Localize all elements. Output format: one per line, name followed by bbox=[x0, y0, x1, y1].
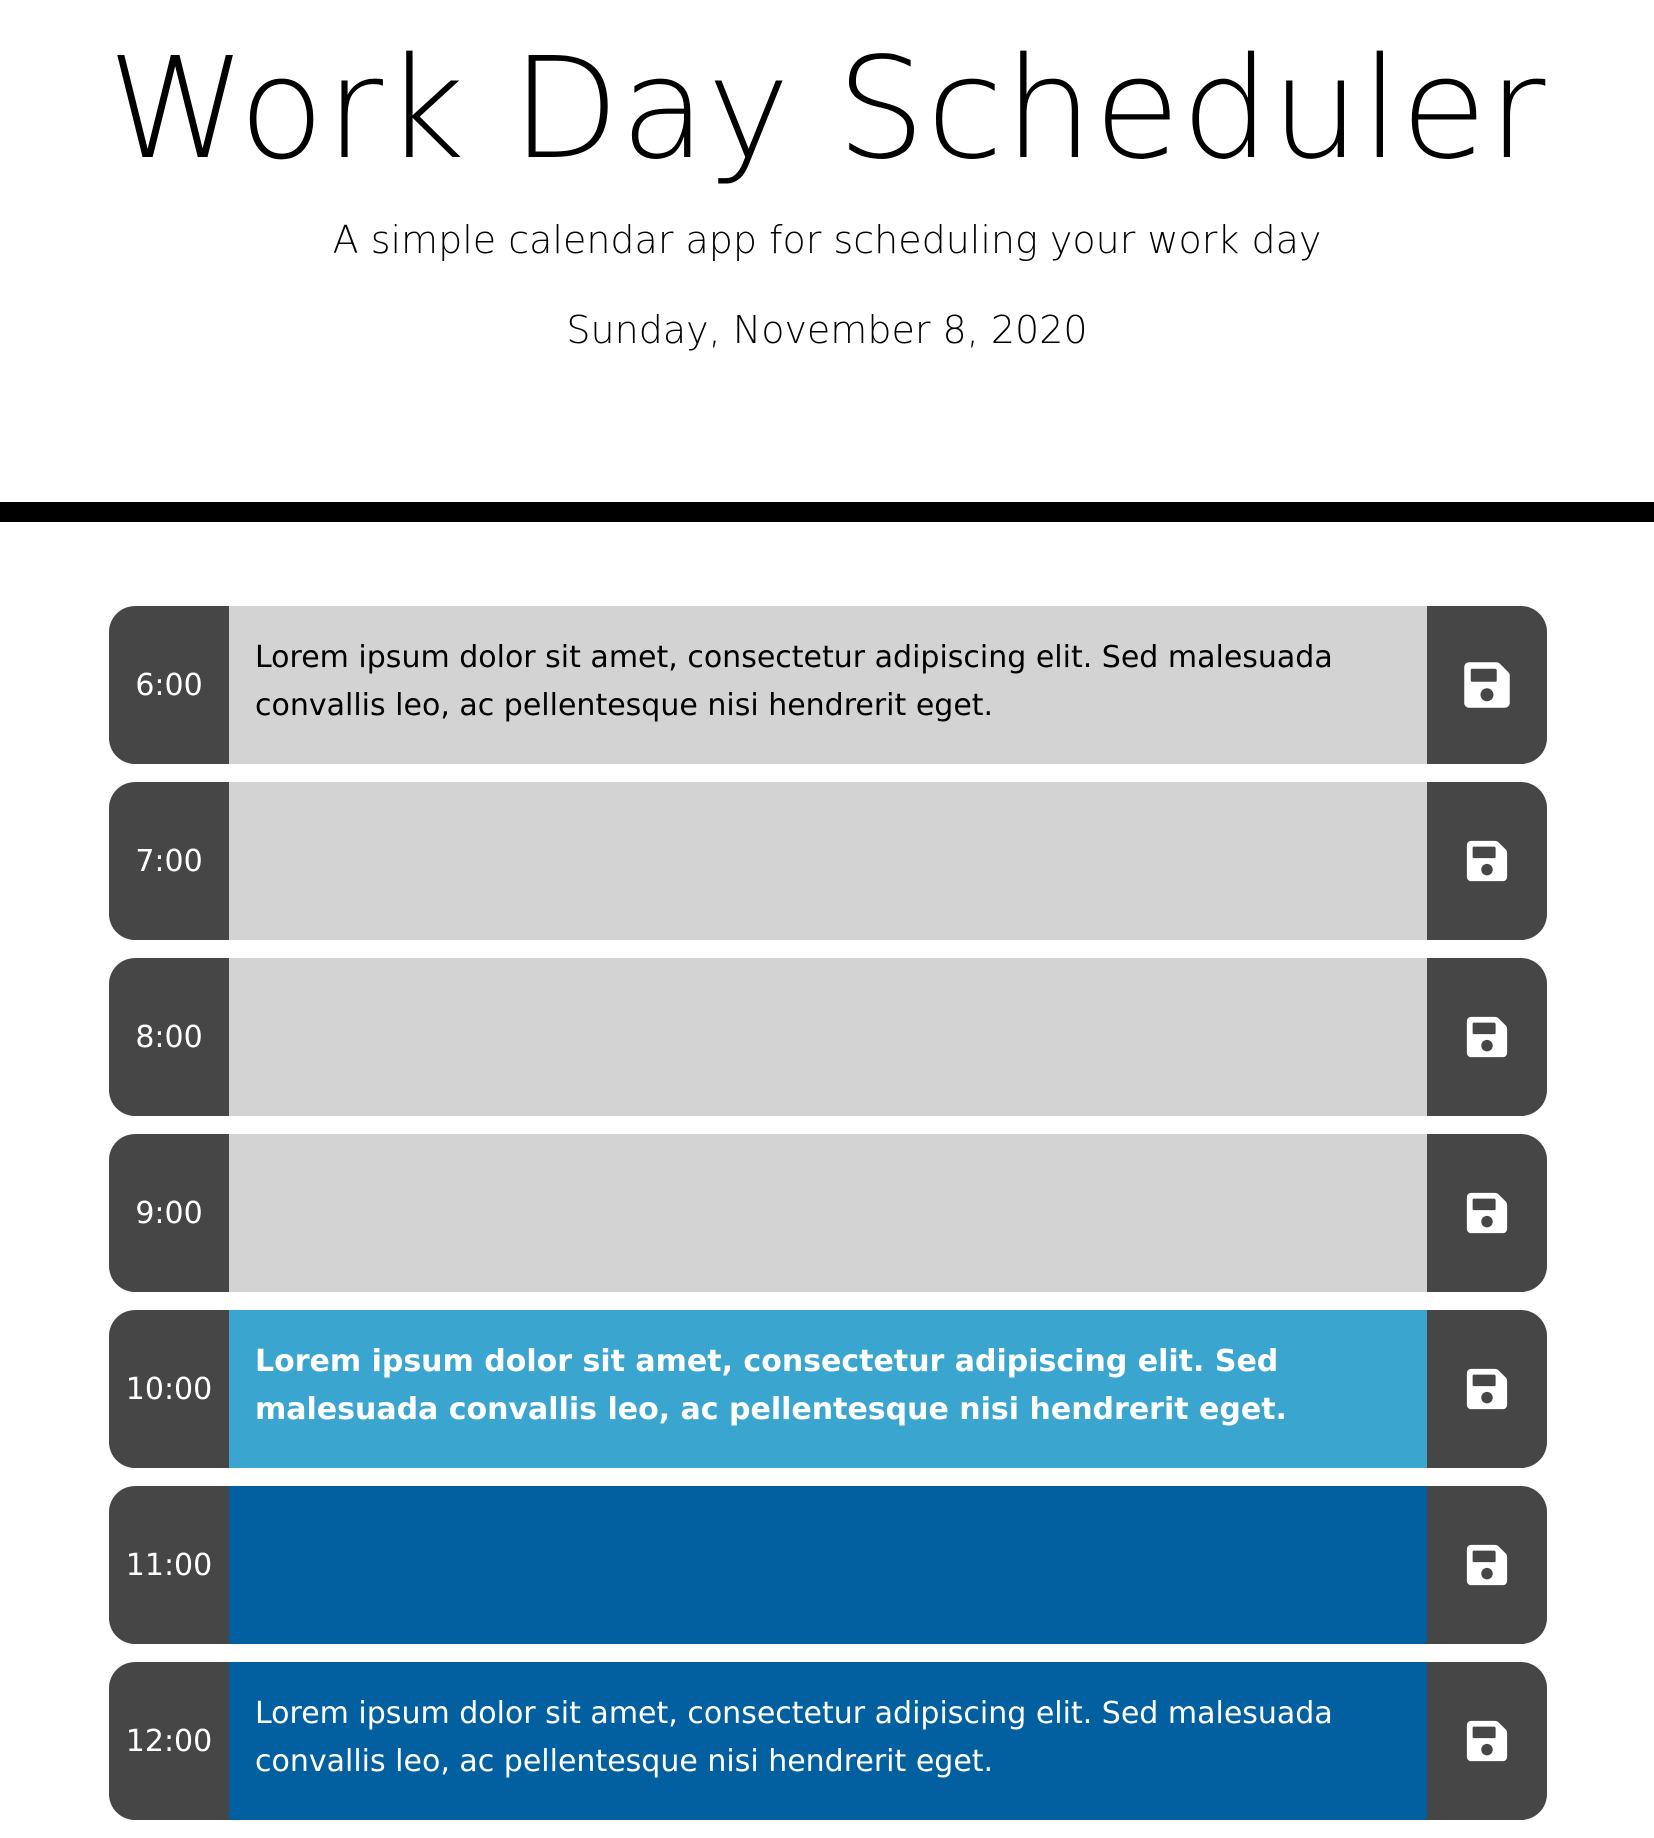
save-button[interactable] bbox=[1427, 958, 1547, 1116]
hour-label: 9:00 bbox=[109, 1134, 229, 1292]
description-textarea[interactable] bbox=[229, 1486, 1427, 1644]
page-subtitle: A simple calendar app for scheduling you… bbox=[332, 218, 1322, 262]
time-block-10: 10:00 Lorem ipsum dolor sit amet, consec… bbox=[109, 1310, 1547, 1468]
floppy-disk-icon bbox=[1466, 1544, 1508, 1586]
save-button[interactable] bbox=[1427, 782, 1547, 940]
page-title: Work Day Scheduler bbox=[107, 28, 1547, 191]
jumbotron-header: Work Day Scheduler A simple calendar app… bbox=[0, 0, 1654, 522]
time-block-6: 6:00 Lorem ipsum dolor sit amet, consect… bbox=[109, 606, 1547, 764]
hour-label: 7:00 bbox=[109, 782, 229, 940]
save-button[interactable] bbox=[1427, 1134, 1547, 1292]
floppy-disk-icon bbox=[1466, 840, 1508, 882]
save-button[interactable] bbox=[1427, 1310, 1547, 1468]
description-textarea[interactable] bbox=[229, 782, 1427, 940]
description-textarea[interactable]: Lorem ipsum dolor sit amet, consectetur … bbox=[229, 1310, 1427, 1468]
time-block-7: 7:00 bbox=[109, 782, 1547, 940]
time-block-9: 9:00 bbox=[109, 1134, 1547, 1292]
time-blocks-container: 6:00 Lorem ipsum dolor sit amet, consect… bbox=[109, 606, 1547, 1838]
save-button[interactable] bbox=[1427, 606, 1547, 764]
hour-label: 11:00 bbox=[109, 1486, 229, 1644]
floppy-disk-icon bbox=[1466, 1720, 1508, 1762]
floppy-disk-icon bbox=[1466, 1016, 1508, 1058]
save-button[interactable] bbox=[1427, 1662, 1547, 1820]
current-day: Sunday, November 8, 2020 bbox=[566, 308, 1088, 352]
description-textarea[interactable]: Lorem ipsum dolor sit amet, consectetur … bbox=[229, 606, 1427, 764]
save-button[interactable] bbox=[1427, 1486, 1547, 1644]
floppy-disk-icon bbox=[1466, 1192, 1508, 1234]
description-textarea[interactable] bbox=[229, 1134, 1427, 1292]
floppy-disk-icon bbox=[1466, 1368, 1508, 1410]
description-textarea[interactable]: Lorem ipsum dolor sit amet, consectetur … bbox=[229, 1662, 1427, 1820]
hour-label: 12:00 bbox=[109, 1662, 229, 1820]
time-block-12: 12:00 Lorem ipsum dolor sit amet, consec… bbox=[109, 1662, 1547, 1820]
floppy-disk-icon bbox=[1464, 662, 1510, 708]
hour-label: 10:00 bbox=[109, 1310, 229, 1468]
hour-label: 6:00 bbox=[109, 606, 229, 764]
description-textarea[interactable] bbox=[229, 958, 1427, 1116]
time-block-11: 11:00 bbox=[109, 1486, 1547, 1644]
hour-label: 8:00 bbox=[109, 958, 229, 1116]
time-block-8: 8:00 bbox=[109, 958, 1547, 1116]
